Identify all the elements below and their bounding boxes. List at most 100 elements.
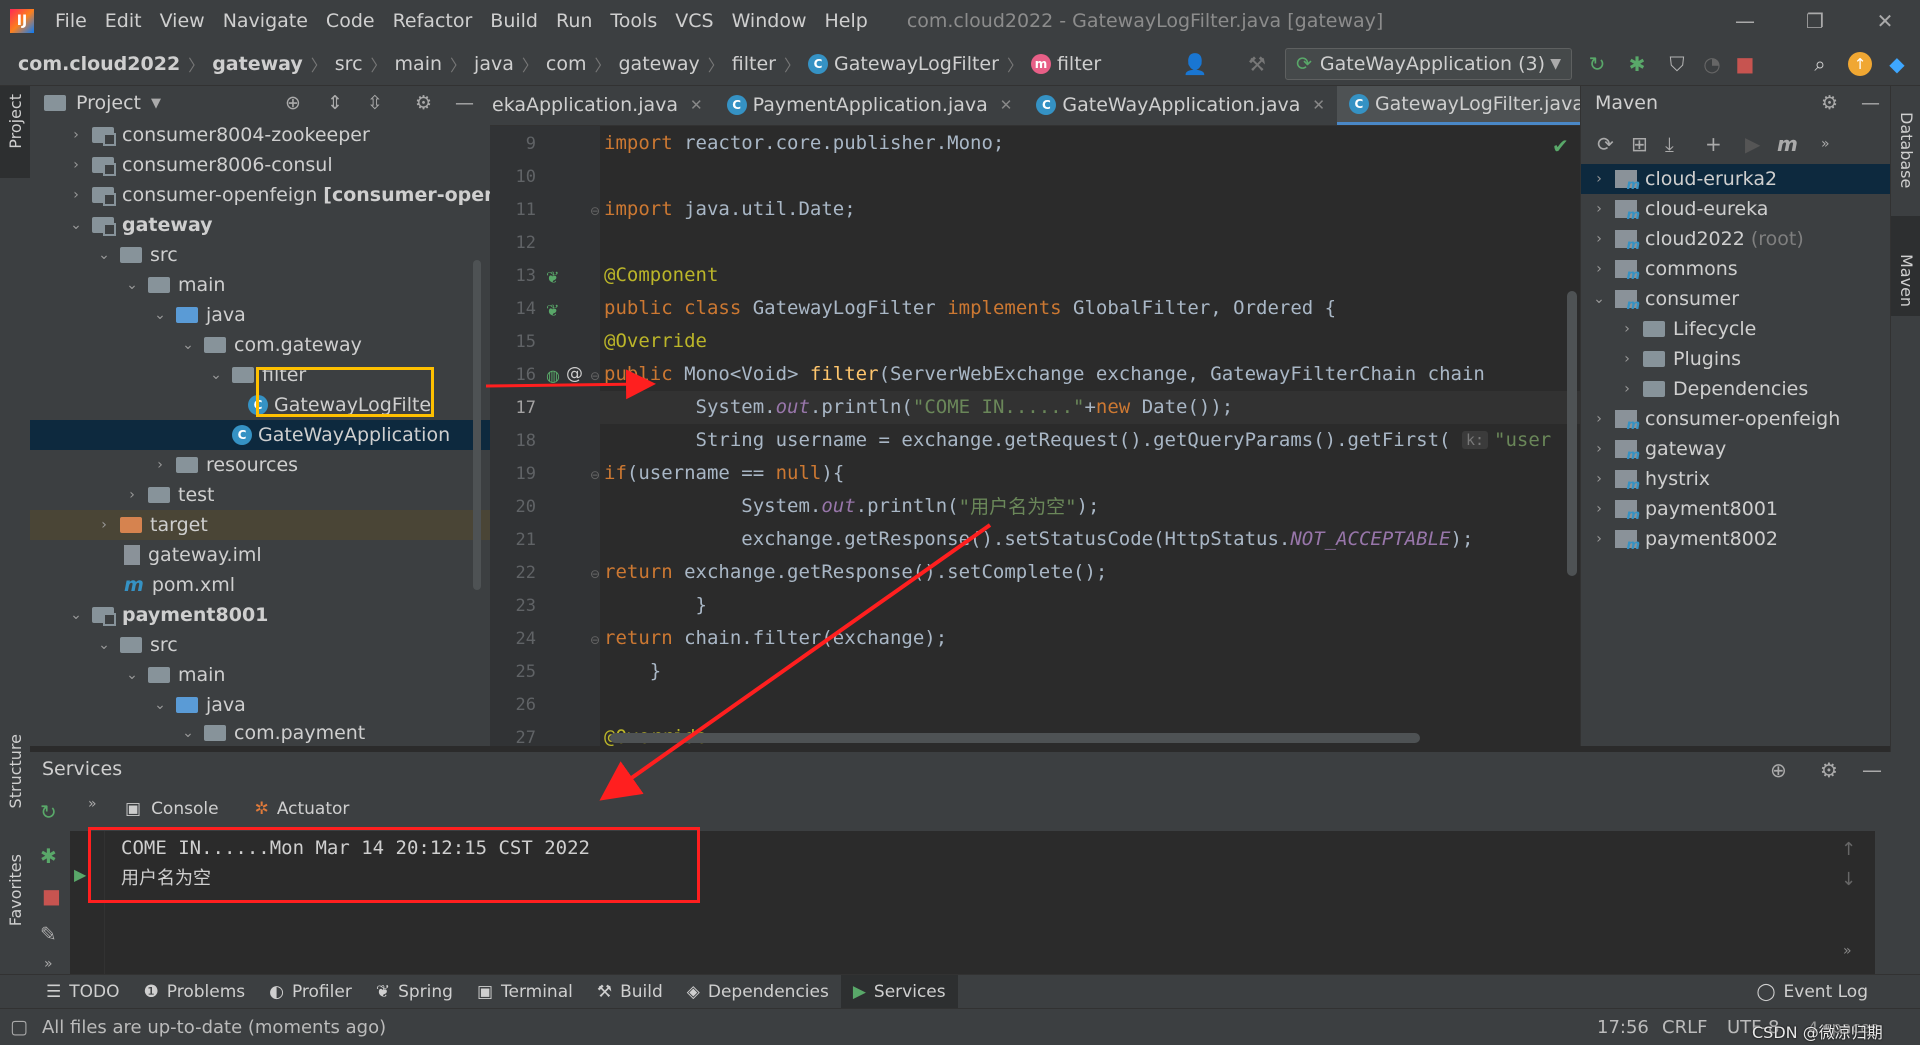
run-configuration-select[interactable]: ⟳ GateWayApplication (3) ▼	[1285, 48, 1572, 80]
tree-item[interactable]: ⌄ src	[30, 630, 490, 660]
tree-item[interactable]: ›consumer-openfeign [consumer-openfei	[30, 180, 490, 210]
editor-vertical-scrollbar[interactable]	[1567, 291, 1577, 576]
fold-icon[interactable]: ⊖	[590, 633, 600, 647]
locate-icon[interactable]: ⊕	[285, 92, 301, 114]
caret-position[interactable]: 17:56	[1597, 1017, 1649, 1038]
crumb-java[interactable]: java	[474, 53, 514, 75]
menu-navigate[interactable]: Navigate	[214, 10, 317, 32]
check-icon[interactable]: ✔	[1552, 134, 1569, 158]
maven-item[interactable]: ›gateway	[1581, 434, 1890, 464]
favorites-tool-button[interactable]: Favorites	[6, 854, 25, 926]
maven-item[interactable]: ⌄consumer	[1581, 284, 1890, 314]
stop-icon[interactable]: ■	[1733, 52, 1757, 76]
event-log-button[interactable]: ◯ Event Log	[1745, 975, 1881, 1008]
tree-item[interactable]: ⌄ src	[30, 240, 490, 270]
download-icon[interactable]: ⤓	[1665, 132, 1674, 156]
restore-icon[interactable]: ❐	[1785, 0, 1845, 42]
tree-item[interactable]: ⌄ com.payment	[30, 720, 490, 746]
coverage-icon[interactable]: ⛉	[1665, 52, 1689, 76]
hammer-icon[interactable]: ⚒	[1245, 52, 1269, 76]
maven-item[interactable]: ›cloud2022 (root)	[1581, 224, 1890, 254]
rerun-icon[interactable]: ↻	[40, 800, 57, 824]
maven-item[interactable]: › Lifecycle	[1581, 314, 1890, 344]
menu-run[interactable]: Run	[547, 10, 601, 32]
scroll-up-icon[interactable]: ↑	[1841, 839, 1856, 860]
more-icon[interactable]: »	[44, 956, 53, 972]
profile-icon[interactable]: ◔	[1700, 52, 1724, 76]
gear-icon[interactable]: ⚙	[1821, 92, 1838, 114]
menu-file[interactable]: File	[46, 10, 96, 32]
tree-item[interactable]: ⌄ gateway	[30, 210, 490, 240]
plus-icon[interactable]: +	[1705, 132, 1722, 156]
plugin-icon[interactable]: ◆	[1885, 52, 1909, 76]
gear-icon[interactable]: ⚙	[415, 92, 432, 114]
tree-item-selected[interactable]: C GateWayApplication	[30, 420, 490, 450]
add-folder-icon[interactable]: ⊞	[1631, 132, 1648, 156]
running-icon[interactable]: ▶	[74, 865, 86, 884]
spring-bean-icon[interactable]: ❦	[546, 268, 559, 287]
menu-vcs[interactable]: VCS	[666, 10, 722, 32]
wrench-icon[interactable]: ✎	[40, 922, 57, 946]
crumb-class[interactable]: GatewayLogFilter	[834, 53, 999, 75]
tab-eureka-application[interactable]: ekaApplication.java ✕	[490, 86, 715, 125]
tool-tab-dependencies[interactable]: ◈ Dependencies	[675, 975, 841, 1008]
fold-icon[interactable]: ⊖	[590, 567, 600, 581]
menu-window[interactable]: Window	[723, 10, 816, 32]
expand-icon[interactable]: »	[88, 796, 97, 812]
debug-icon[interactable]: ✱	[40, 844, 57, 868]
crumb-main[interactable]: main	[395, 53, 442, 75]
user-icon[interactable]: 👤	[1183, 52, 1208, 76]
maven-item[interactable]: ›commons	[1581, 254, 1890, 284]
collapse-all-icon[interactable]: ⇳	[367, 92, 383, 114]
tool-tab-profiler[interactable]: ◐ Profiler	[257, 975, 364, 1008]
crumb-com[interactable]: com	[546, 53, 587, 75]
tool-tab-services[interactable]: ▶ Services	[840, 975, 958, 1008]
tree-item[interactable]: gateway.iml	[30, 540, 490, 570]
menu-code[interactable]: Code	[317, 10, 384, 32]
debug-icon[interactable]: ✱	[1625, 52, 1649, 76]
run-icon[interactable]: ▶	[1745, 132, 1760, 156]
tree-item[interactable]: m pom.xml	[30, 570, 490, 600]
minimize-icon[interactable]: —	[1715, 0, 1775, 42]
menu-help[interactable]: Help	[815, 10, 876, 32]
tree-item[interactable]: › test	[30, 480, 490, 510]
tree-item[interactable]: › target	[30, 510, 490, 540]
tree-item[interactable]: › consumer8004-zookeeper	[30, 120, 490, 150]
menu-tools[interactable]: Tools	[601, 10, 666, 32]
tree-item[interactable]: ⌄ main	[30, 660, 490, 690]
maven-item-selected[interactable]: ›cloud-erurka2	[1581, 164, 1890, 194]
tree-item[interactable]: C GatewayLogFilte	[30, 390, 490, 420]
menu-edit[interactable]: Edit	[96, 10, 151, 32]
maven-item[interactable]: › Plugins	[1581, 344, 1890, 374]
hide-icon[interactable]: —	[1862, 758, 1882, 782]
fold-icon[interactable]: ⊖	[590, 468, 600, 482]
crumb-project[interactable]: com.cloud2022	[18, 53, 180, 75]
crumb-filter[interactable]: filter	[732, 53, 776, 75]
chevron-down-icon[interactable]: ▼	[151, 96, 161, 111]
fold-icon[interactable]: ⊖	[590, 204, 600, 218]
at-annotation-icon[interactable]: @	[566, 364, 583, 384]
maven-item[interactable]: ›payment8001	[1581, 494, 1890, 524]
more-icon[interactable]: »	[1843, 943, 1852, 959]
fold-icon[interactable]: ⊖	[590, 369, 600, 383]
crumb-method[interactable]: filter	[1057, 53, 1101, 75]
crumb-src[interactable]: src	[335, 53, 363, 75]
close-icon[interactable]: ✕	[1855, 0, 1915, 42]
tree-item[interactable]: ⌄ java	[30, 300, 490, 330]
scroll-down-icon[interactable]: ↓	[1841, 869, 1856, 890]
reload-icon[interactable]: ⟳	[1597, 132, 1614, 156]
search-icon[interactable]: ⌕	[1808, 52, 1832, 76]
maven-goal-icon[interactable]: m	[1777, 132, 1798, 156]
code-editor[interactable]: ekaApplication.java ✕ C PaymentApplication…	[490, 86, 1580, 746]
tool-tab-terminal[interactable]: ▣ Terminal	[465, 975, 585, 1008]
override-icon[interactable]: ◍	[546, 366, 560, 385]
tool-tab-problems[interactable]: ❶ Problems	[132, 975, 258, 1008]
tool-tab-todo[interactable]: ☰ TODO	[34, 975, 132, 1008]
spring-bean-icon[interactable]: ❦	[546, 301, 559, 320]
stop-icon[interactable]: ■	[42, 884, 61, 908]
tree-item[interactable]: ⌄ payment8001	[30, 600, 490, 630]
hide-icon[interactable]: —	[1861, 92, 1880, 114]
gear-icon[interactable]: ⚙	[1820, 758, 1838, 782]
tree-item[interactable]: ⌄ com.gateway	[30, 330, 490, 360]
status-toggle-icon[interactable]: ▢	[10, 1016, 28, 1038]
